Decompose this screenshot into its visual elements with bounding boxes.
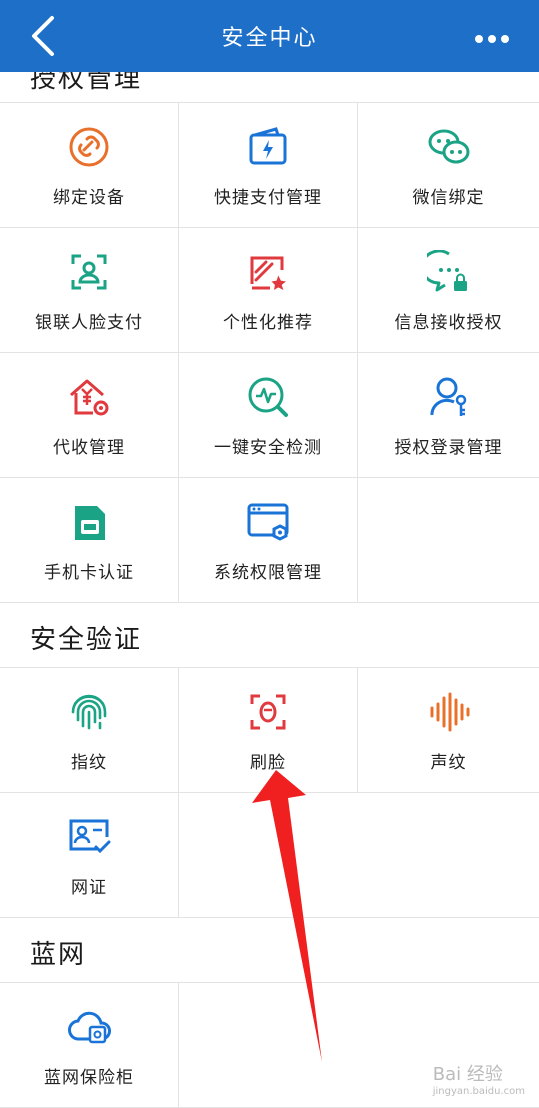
back-icon[interactable]: [22, 14, 66, 58]
empty-cell: [358, 478, 539, 603]
section-blue-header: 蓝网: [0, 918, 539, 982]
wallet-flash-icon: [249, 127, 287, 165]
cell-label: 快捷支付管理: [214, 188, 322, 208]
window-gear-icon: [247, 503, 289, 541]
cell-label: 指纹: [71, 753, 107, 773]
login-auth-button[interactable]: 授权登录管理: [358, 353, 539, 478]
recommend-icon: [250, 256, 286, 290]
fingerprint-button[interactable]: 指纹: [0, 668, 179, 793]
fingerprint-icon: [71, 694, 107, 730]
cell-label: 一键安全检测: [214, 438, 322, 458]
link-icon: [69, 127, 109, 167]
cell-label: 手机卡认证: [44, 563, 134, 583]
section-title: 安全验证: [30, 625, 143, 655]
face-button[interactable]: 刷脸: [179, 668, 358, 793]
page-title: 安全中心: [221, 26, 318, 51]
header: 安全中心: [0, 0, 539, 72]
sim-card-icon: [75, 506, 105, 540]
more-icon[interactable]: [467, 18, 517, 58]
cell-label: 系统权限管理: [214, 563, 322, 583]
section-verify-header: 安全验证: [0, 603, 539, 667]
face-scan-icon: [71, 254, 107, 290]
cell-label: 授权登录管理: [394, 438, 503, 458]
face-frame-icon: [250, 694, 286, 730]
watermark-url: jingyan.baidu.com: [432, 1086, 525, 1097]
voice-wave-icon: [430, 692, 469, 732]
cell-label: 网证: [71, 878, 107, 898]
section-title: 蓝网: [30, 940, 87, 970]
cloud-safe-icon: [68, 1011, 111, 1044]
voice-button[interactable]: 声纹: [358, 668, 539, 793]
unionpay-face-button[interactable]: 银联人脸支付: [0, 228, 179, 353]
safe-box-button[interactable]: 蓝网保险柜: [0, 983, 179, 1108]
watermark: Bai 经验 jingyan.baidu.com: [433, 1060, 525, 1097]
wechat-icon: [428, 129, 469, 164]
cell-label: 银联人脸支付: [35, 313, 143, 333]
magnifier-pulse-icon: [248, 377, 288, 417]
bind-device-button[interactable]: 绑定设备: [0, 103, 179, 228]
watermark-brand: Bai 经验: [432, 1064, 503, 1085]
cell-label: 绑定设备: [53, 188, 125, 208]
quick-pay-button[interactable]: 快捷支付管理: [179, 103, 358, 228]
user-key-icon: [430, 377, 466, 416]
cell-label: 蓝网保险柜: [44, 1068, 134, 1088]
empty-cell: [179, 793, 539, 918]
id-card-check-icon: [69, 819, 111, 854]
cell-label: 代收管理: [53, 438, 125, 458]
cell-label: 微信绑定: [412, 188, 485, 208]
cell-label: 刷脸: [250, 753, 286, 773]
net-id-button[interactable]: 网证: [0, 793, 179, 918]
cell-label: 声纹: [430, 753, 467, 773]
sim-auth-button[interactable]: 手机卡认证: [0, 478, 179, 603]
message-lock-icon: [426, 250, 467, 292]
one-key-check-button[interactable]: 一键安全检测: [179, 353, 358, 478]
msg-auth-button[interactable]: 信息接收授权: [358, 228, 539, 353]
personalized-button[interactable]: 个性化推荐: [179, 228, 358, 353]
collect-mgmt-button[interactable]: 代收管理: [0, 353, 179, 478]
cell-label: 信息接收授权: [394, 313, 503, 333]
wechat-bind-button[interactable]: 微信绑定: [358, 103, 539, 228]
sys-perm-button[interactable]: 系统权限管理: [179, 478, 358, 603]
content: 授权管理 绑定设备 快捷支付管理 微信绑定 银联人脸支付 个性化推荐 信息接收授…: [0, 0, 539, 1108]
cell-label: 个性化推荐: [223, 313, 313, 333]
house-yen-icon: [70, 379, 109, 416]
